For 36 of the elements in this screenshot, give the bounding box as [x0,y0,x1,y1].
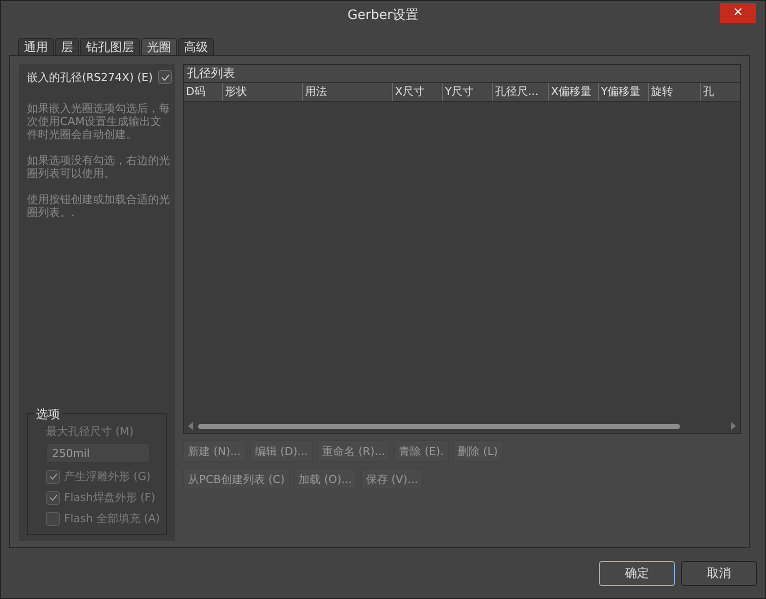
column-header[interactable]: 孔径尺... [492,83,548,101]
check-icon [48,473,58,480]
scroll-left-icon[interactable] [188,422,194,430]
column-header[interactable]: 用法 [302,83,392,101]
close-button[interactable]: × [720,3,756,23]
column-header[interactable]: 孔 [700,83,740,101]
help-paragraph: 使用按钮创建或加载合适的光圈列表。. [27,193,171,219]
table-title: 孔径列表 [184,65,740,83]
column-header[interactable]: Y偏移量 [598,83,648,101]
column-header[interactable]: X尺寸 [392,83,442,101]
checkbox-label: 产生浮雕外形 (G) [64,469,151,484]
tab[interactable]: 光圈 [141,38,177,55]
cancel-button[interactable]: 取消 [681,560,757,586]
help-paragraph: 如果嵌入光圈选项勾选后，每次使用CAM设置生成输出文件时光圈会自动创建。 [27,102,171,141]
column-header[interactable]: Y尺寸 [442,83,492,101]
checkbox-label: Flash焊盘外形 (F) [64,490,156,505]
tab[interactable]: 高级 [178,38,214,55]
scrollbar-thumb[interactable] [198,424,680,428]
checkbox[interactable] [158,70,172,84]
check-icon [48,494,58,501]
checkbox-label: Flash 全部填充 (A) [64,511,160,526]
tab[interactable]: 层 [55,38,79,55]
group-title: 选项 [34,406,62,423]
window-title: Gerber设置 [347,7,418,24]
check-icon [160,74,170,80]
checkbox-label: 嵌入的孔径(RS274X) (E) [27,70,153,84]
column-header[interactable]: 旋转 [648,83,700,101]
tab[interactable]: 通用 [18,38,54,55]
column-header[interactable]: D码 [184,83,222,101]
help-paragraph: 如果选项没有勾选，右边的光圈列表可以使用。 [27,154,171,180]
column-header[interactable]: X偏移量 [548,83,598,101]
tab[interactable]: 钻孔图层 [80,38,140,55]
scroll-right-icon[interactable] [730,422,736,430]
column-header[interactable]: 形状 [222,83,302,101]
ok-button[interactable]: 确定 [599,560,675,586]
field-label: 最大孔径尺寸 (M) [46,424,135,439]
